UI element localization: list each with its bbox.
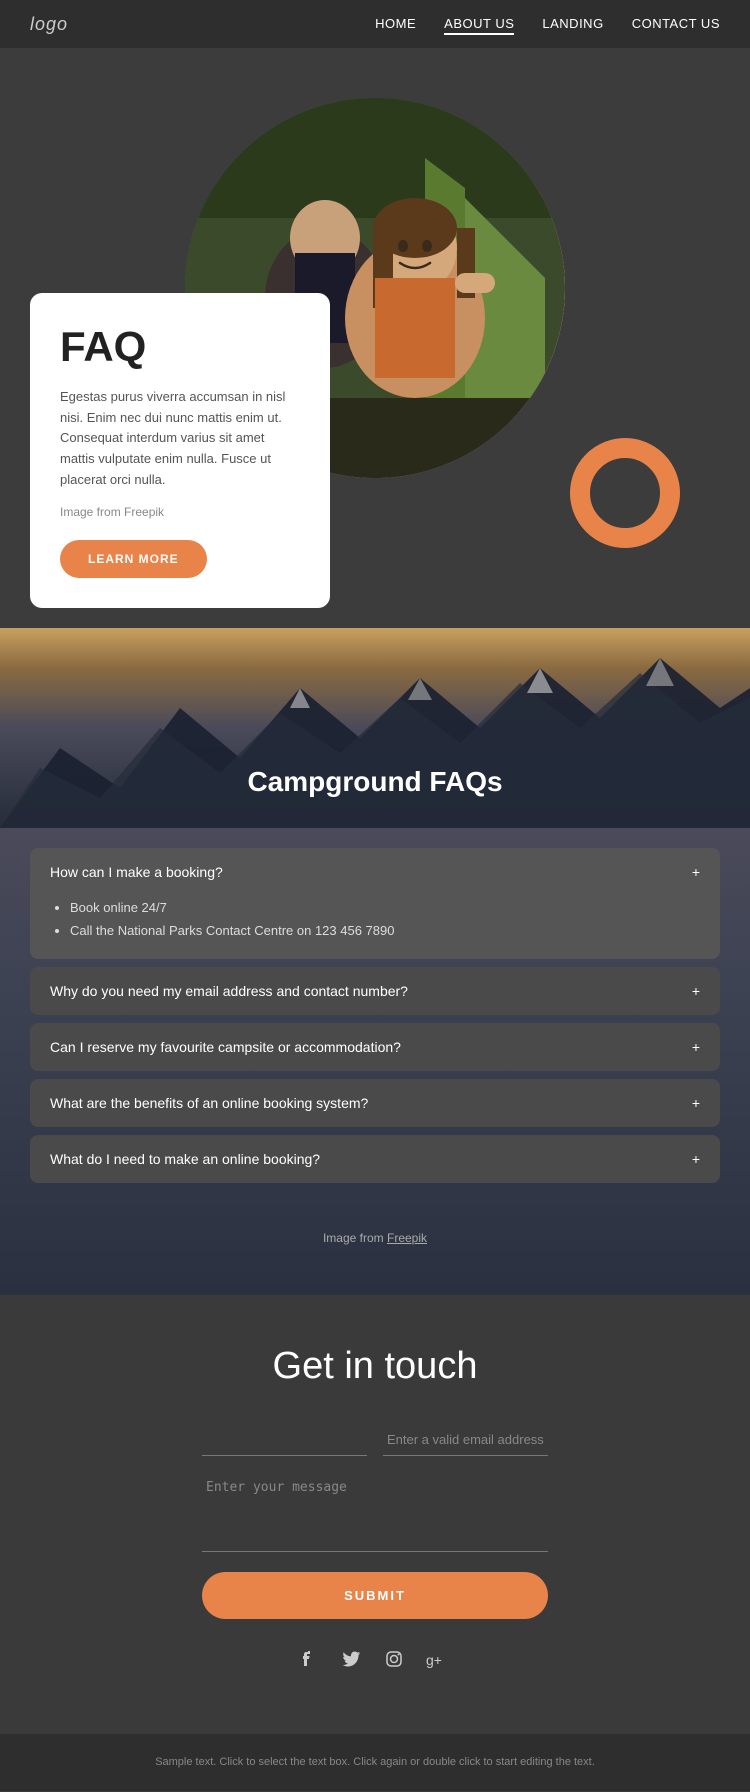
logo: logo	[30, 14, 68, 35]
faq-toggle-icon-1: +	[692, 864, 700, 880]
faq-toggle-icon-4: +	[692, 1095, 700, 1111]
faq-card: FAQ Egestas purus viverra accumsan in ni…	[30, 293, 330, 608]
faq-question-text-4: What are the benefits of an online booki…	[50, 1095, 368, 1111]
svg-text:g+: g+	[426, 1652, 442, 1668]
campground-image-credit: Image from Freepik	[0, 1211, 750, 1265]
nav-home[interactable]: HOME	[375, 16, 416, 33]
faq-question-5[interactable]: What do I need to make an online booking…	[30, 1135, 720, 1183]
faq-item-3: Can I reserve my favourite campsite or a…	[30, 1023, 720, 1071]
faq-question-3[interactable]: Can I reserve my favourite campsite or a…	[30, 1023, 720, 1071]
social-icons: g+	[30, 1649, 720, 1674]
faq-question-4[interactable]: What are the benefits of an online booki…	[30, 1079, 720, 1127]
faq-item-2: Why do you need my email address and con…	[30, 967, 720, 1015]
hero-section: FAQ Egestas purus viverra accumsan in ni…	[0, 48, 750, 628]
contact-title: Get in touch	[30, 1345, 720, 1388]
faq-answer-1: Book online 24/7 Call the National Parks…	[30, 896, 720, 959]
faq-question-1[interactable]: How can I make a booking? +	[30, 848, 720, 896]
faq-question-2[interactable]: Why do you need my email address and con…	[30, 967, 720, 1015]
nav-landing[interactable]: LANDING	[542, 16, 603, 33]
faq-question-text-2: Why do you need my email address and con…	[50, 983, 408, 999]
facebook-icon[interactable]	[300, 1649, 320, 1674]
email-input[interactable]	[383, 1424, 548, 1456]
faq-toggle-icon-2: +	[692, 983, 700, 999]
footer-text: Sample text. Click to select the text bo…	[20, 1754, 730, 1772]
nav-links: HOME ABOUT US LANDING CONTACT US	[375, 15, 720, 33]
contact-form-row	[30, 1424, 720, 1456]
faq-image-credit: Image from Freepik	[60, 503, 300, 522]
faq-card-description: Egestas purus viverra accumsan in nisl n…	[60, 387, 300, 491]
mountain-background: Campground FAQs	[0, 628, 750, 828]
message-textarea[interactable]	[202, 1472, 548, 1552]
faq-answer-item-1-1: Book online 24/7	[70, 896, 700, 919]
contact-section: Get in touch SUBMIT g+	[0, 1295, 750, 1734]
image-credit-text: Image from	[323, 1231, 387, 1245]
faq-list: How can I make a booking? + Book online …	[0, 828, 750, 1211]
faq-card-title: FAQ	[60, 323, 300, 371]
campground-section: Campground FAQs How can I make a booking…	[0, 628, 750, 1295]
learn-more-button[interactable]: LEARN MORE	[60, 540, 207, 578]
faq-question-text-1: How can I make a booking?	[50, 864, 223, 880]
faq-toggle-icon-5: +	[692, 1151, 700, 1167]
mountain-svg	[0, 628, 750, 828]
faq-question-text-5: What do I need to make an online booking…	[50, 1151, 320, 1167]
footer: Sample text. Click to select the text bo…	[0, 1734, 750, 1792]
google-plus-icon[interactable]: g+	[426, 1649, 450, 1674]
freepik-link[interactable]: Freepik	[387, 1231, 427, 1245]
navigation: logo HOME ABOUT US LANDING CONTACT US	[0, 0, 750, 48]
twitter-icon[interactable]	[342, 1649, 362, 1674]
name-input[interactable]	[202, 1424, 367, 1456]
faq-item-1: How can I make a booking? + Book online …	[30, 848, 720, 959]
nav-about[interactable]: ABOUT US	[444, 16, 514, 35]
faq-answer-item-1-2: Call the National Parks Contact Centre o…	[70, 919, 700, 942]
faq-question-text-3: Can I reserve my favourite campsite or a…	[50, 1039, 401, 1055]
faq-toggle-icon-3: +	[692, 1039, 700, 1055]
nav-contact[interactable]: CONTACT US	[632, 16, 720, 33]
decorative-ring	[570, 438, 680, 548]
campground-title: Campground FAQs	[0, 766, 750, 798]
submit-button[interactable]: SUBMIT	[202, 1572, 548, 1619]
faq-item-4: What are the benefits of an online booki…	[30, 1079, 720, 1127]
faq-item-5: What do I need to make an online booking…	[30, 1135, 720, 1183]
instagram-icon[interactable]	[384, 1649, 404, 1674]
